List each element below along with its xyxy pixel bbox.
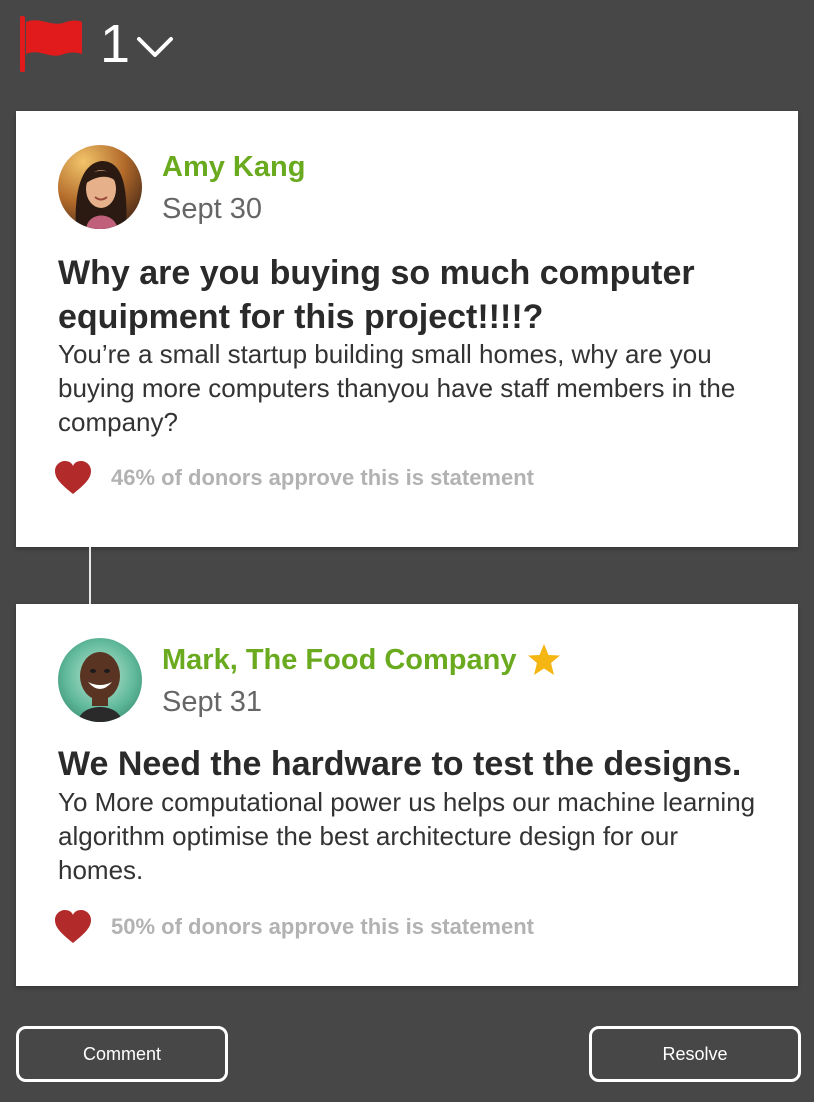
avatar-image: [58, 145, 142, 229]
heart-icon[interactable]: [54, 461, 92, 495]
author-name-line: Mark, The Food Company: [162, 642, 562, 678]
flag-header[interactable]: 1: [18, 14, 174, 74]
post-body: You’re a small startup building small ho…: [58, 339, 736, 437]
post-date: Sept 30: [162, 193, 262, 225]
post-title: Why are you buying so much computer equi…: [58, 254, 695, 336]
approval-text: 50% of donors approve this is statement: [111, 914, 534, 939]
post-date: Sept 31: [162, 686, 262, 718]
author-name[interactable]: Amy Kang: [162, 149, 305, 185]
avatar-image: [58, 638, 142, 722]
author-meta: Amy Kang Sept 30: [162, 145, 305, 227]
star-icon: [528, 644, 561, 675]
author-meta: Mark, The Food Company Sept 31: [162, 638, 562, 720]
resolve-button[interactable]: Resolve: [589, 1026, 801, 1082]
author-name-line: Amy Kang: [162, 149, 305, 185]
comment-card: Mark, The Food Company Sept 31 We Need t…: [16, 604, 798, 986]
comment-thread-screen: 1 Amy Kang Sept 30 Why are you buying so…: [0, 0, 814, 1102]
author-row: Mark, The Food Company Sept 31: [58, 638, 562, 722]
author-name[interactable]: Mark, The Food Company: [162, 642, 516, 678]
approval-row: 50% of donors approve this is statement: [54, 910, 534, 944]
post-title: We Need the hardware to test the designs…: [58, 745, 742, 783]
approval-row: 46% of donors approve this is statement: [54, 461, 534, 495]
avatar[interactable]: [58, 638, 142, 722]
thread-connector: [89, 547, 91, 604]
approval-text: 46% of donors approve this is statement: [111, 465, 534, 490]
avatar[interactable]: [58, 145, 142, 229]
flag-count: 1: [100, 14, 131, 74]
red-flag-icon: [20, 16, 82, 72]
chevron-down-icon[interactable]: [136, 34, 174, 60]
comment-button[interactable]: Comment: [16, 1026, 228, 1082]
author-row: Amy Kang Sept 30: [58, 145, 305, 229]
comment-card: Amy Kang Sept 30 Why are you buying so m…: [16, 111, 798, 547]
post-body: Yo More computational power us helps our…: [58, 787, 756, 885]
heart-icon[interactable]: [54, 910, 92, 944]
